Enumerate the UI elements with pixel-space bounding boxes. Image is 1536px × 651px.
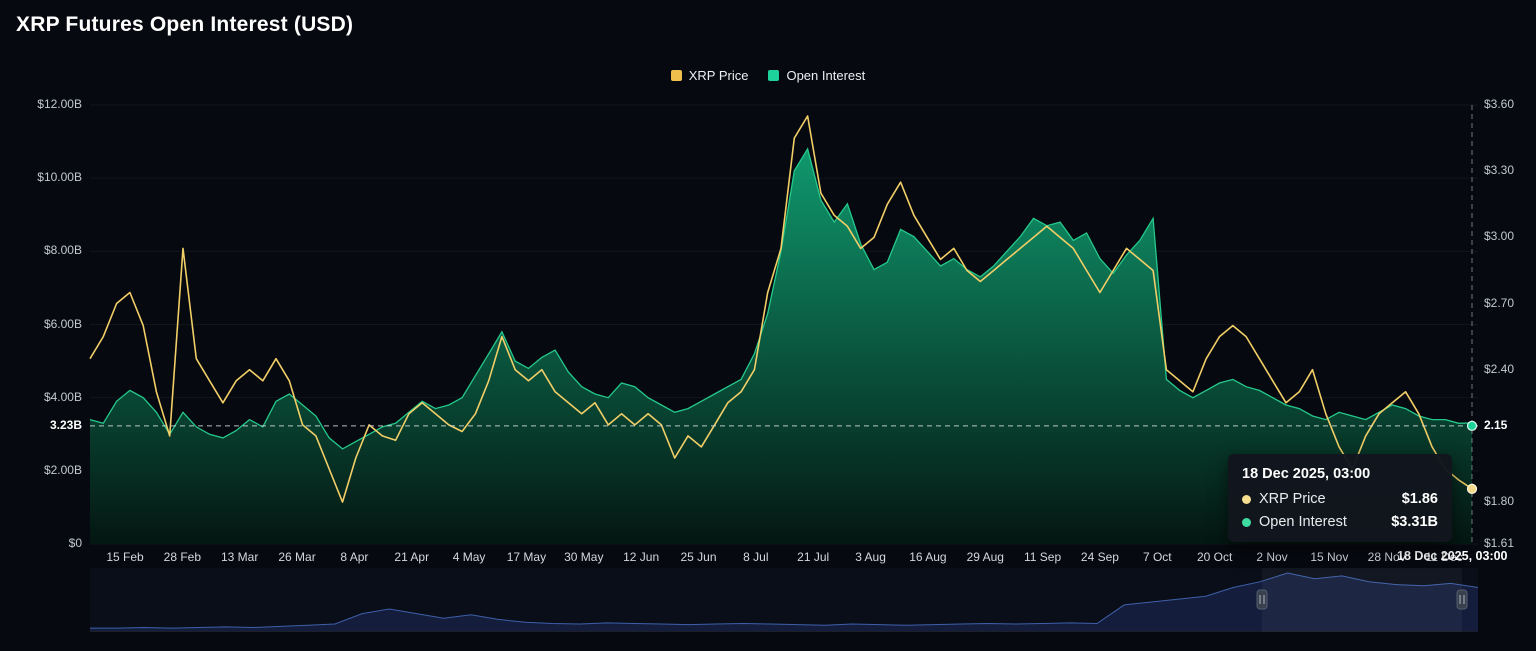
tooltip-value: $3.31B <box>1391 514 1438 530</box>
x-axis-tick: 8 Apr <box>322 550 386 564</box>
oi-current-value-right-badge: 2.15 <box>1484 418 1507 432</box>
x-axis-tick: 15 Feb <box>93 550 157 564</box>
legend-label-xrp-price: XRP Price <box>689 68 749 83</box>
legend-item-xrp-price[interactable]: XRP Price <box>671 68 749 83</box>
y-axis-tick-left: $0 <box>0 536 82 550</box>
x-axis-tick: 17 May <box>494 550 558 564</box>
open-interest-dot-icon <box>1242 518 1251 527</box>
x-axis-tick: 16 Aug <box>896 550 960 564</box>
y-axis-tick-right: $1.80 <box>1484 494 1514 508</box>
legend-label-open-interest: Open Interest <box>786 68 865 83</box>
tooltip-row-xrp-price: XRP Price $1.86 <box>1242 491 1438 507</box>
y-axis-tick-right: $3.60 <box>1484 97 1514 111</box>
y-axis-tick-left: $6.00B <box>0 317 82 331</box>
x-axis-tick: 20 Oct <box>1183 550 1247 564</box>
x-axis-tick: 24 Sep <box>1068 550 1132 564</box>
tooltip: 18 Dec 2025, 03:00 XRP Price $1.86 Open … <box>1228 454 1452 542</box>
y-axis-tick-left: $2.00B <box>0 463 82 477</box>
navigator-left-handle[interactable] <box>1257 590 1267 609</box>
y-axis-tick-right: $1.61 <box>1484 536 1514 550</box>
x-axis-tick: 30 May <box>552 550 616 564</box>
xrp-price-swatch-icon <box>671 70 682 81</box>
tooltip-value: $1.86 <box>1402 491 1438 507</box>
x-axis-tick: 25 Jun <box>667 550 731 564</box>
y-axis-tick-right: $2.40 <box>1484 362 1514 376</box>
y-axis-tick-left: $4.00B <box>0 390 82 404</box>
open-interest-swatch-icon <box>768 70 779 81</box>
tooltip-label: Open Interest <box>1259 514 1347 530</box>
xrp-price-dot-icon <box>1242 495 1251 504</box>
x-axis-tick: 15 Nov <box>1297 550 1361 564</box>
crosshair-time-label: 18 Dec 2025, 03:00 <box>1397 549 1508 563</box>
x-axis-tick: 3 Aug <box>839 550 903 564</box>
x-axis-tick: 13 Mar <box>208 550 272 564</box>
x-axis-tick: 21 Apr <box>380 550 444 564</box>
open-interest-current-dot <box>1468 421 1477 430</box>
tooltip-label: XRP Price <box>1259 491 1326 507</box>
oi-current-value-left-badge: 3.23B <box>0 418 82 432</box>
navigator-selected-range[interactable] <box>1262 568 1462 632</box>
chart-panel: XRP Futures Open Interest (USD) XRP Pric… <box>0 0 1536 651</box>
x-axis-tick: 28 Feb <box>150 550 214 564</box>
xrp-price-hover-dot <box>1468 484 1477 493</box>
y-axis-tick-right: $3.30 <box>1484 163 1514 177</box>
x-axis-tick: 7 Oct <box>1125 550 1189 564</box>
x-axis-tick: 12 Jun <box>609 550 673 564</box>
navigator-right-handle[interactable] <box>1457 590 1467 609</box>
y-axis-tick-right: $3.00 <box>1484 229 1514 243</box>
tooltip-row-open-interest: Open Interest $3.31B <box>1242 514 1438 530</box>
y-axis-tick-left: $8.00B <box>0 243 82 257</box>
tooltip-title: 18 Dec 2025, 03:00 <box>1242 466 1438 482</box>
x-axis-tick: 2 Nov <box>1240 550 1304 564</box>
x-axis-tick: 8 Jul <box>724 550 788 564</box>
x-axis-tick: 4 May <box>437 550 501 564</box>
legend-item-open-interest[interactable]: Open Interest <box>768 68 865 83</box>
x-axis-tick: 21 Jul <box>781 550 845 564</box>
x-axis-tick: 26 Mar <box>265 550 329 564</box>
y-axis-tick-right: $2.70 <box>1484 296 1514 310</box>
y-axis-tick-left: $12.00B <box>0 97 82 111</box>
x-axis-tick: 11 Sep <box>1011 550 1075 564</box>
y-axis-tick-left: $10.00B <box>0 170 82 184</box>
page-title: XRP Futures Open Interest (USD) <box>16 13 353 37</box>
legend: XRP Price Open Interest <box>0 68 1536 83</box>
x-axis-tick: 29 Aug <box>953 550 1017 564</box>
